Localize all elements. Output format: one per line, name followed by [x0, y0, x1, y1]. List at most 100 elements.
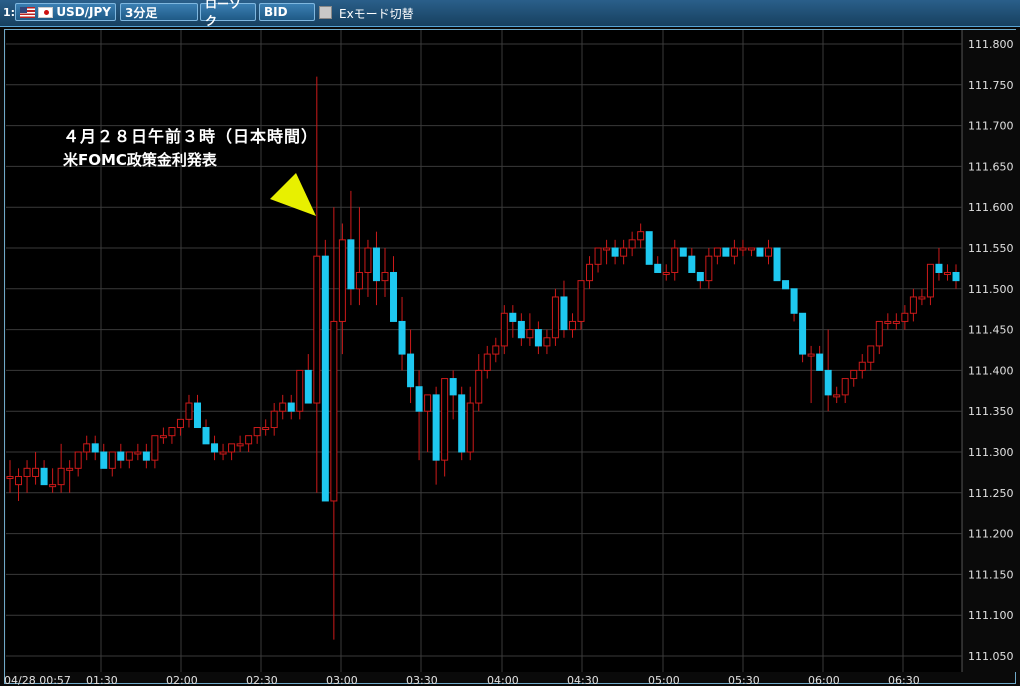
candle-body: [262, 427, 270, 431]
candle-body: [935, 263, 943, 273]
candle-body: [32, 467, 40, 477]
candle-body: [594, 247, 602, 265]
candle-body: [568, 320, 576, 331]
candle-body: [83, 443, 91, 453]
candle-body: [176, 418, 184, 429]
time-tick-label: 04:30: [567, 674, 599, 686]
price-tick-label: 111.800: [968, 38, 1014, 51]
price-tick-label: 111.050: [968, 650, 1014, 663]
candle-body: [867, 345, 875, 363]
candle: [722, 247, 730, 257]
time-tick-label: 03:30: [406, 674, 438, 686]
candle-body: [713, 247, 721, 257]
candle-body: [577, 280, 585, 322]
price-tick-label: 111.350: [968, 405, 1014, 418]
candle-body: [747, 247, 755, 251]
candle: [773, 247, 781, 282]
candle-body: [509, 312, 517, 322]
time-tick-label: 06:00: [808, 674, 840, 686]
candle: [679, 247, 687, 257]
candle-body: [6, 475, 14, 479]
candle-body: [952, 271, 960, 282]
price-tick-label: 111.100: [968, 609, 1014, 622]
candle-body: [688, 255, 696, 273]
candle: [458, 386, 466, 461]
candle-body: [49, 484, 57, 488]
candle-body: [330, 320, 338, 502]
candle-body: [407, 353, 415, 388]
candle-body: [671, 247, 679, 273]
candle-body: [696, 271, 704, 282]
candle-body: [304, 369, 312, 404]
price-tick-label: 111.300: [968, 446, 1014, 459]
candle-body: [790, 288, 798, 314]
candle-body: [756, 247, 764, 257]
candle-body: [807, 353, 815, 357]
time-tick-label: 02:00: [166, 674, 198, 686]
candle-body: [211, 443, 219, 453]
candle-body: [526, 329, 534, 339]
candle-body: [168, 427, 176, 437]
candle-body: [202, 427, 210, 445]
candle-body: [551, 296, 559, 339]
price-tick-label: 111.200: [968, 528, 1014, 541]
candle-body: [841, 378, 849, 396]
candle-body: [560, 296, 568, 331]
candle-body: [287, 402, 295, 412]
time-tick-label: 04/28 00:57: [4, 674, 71, 686]
candlestick-chart[interactable]: 111.800 111.750 111.700 111.650 111.600 111.5…: [0, 0, 1020, 686]
candle-body: [424, 394, 432, 412]
candle-body: [739, 247, 747, 251]
candle-body: [705, 255, 713, 282]
candle-body: [722, 247, 730, 257]
candle-body: [662, 271, 670, 275]
time-tick-label: 05:30: [728, 674, 760, 686]
candle-body: [219, 451, 227, 455]
price-tick-label: 111.650: [968, 160, 1014, 173]
annotation-line-1: ４月２８日午前３時（日本時間）: [63, 127, 319, 146]
candle-body: [390, 271, 398, 322]
price-tick-label: 111.250: [968, 487, 1014, 500]
candle-body: [534, 329, 542, 347]
candle-body: [321, 255, 329, 502]
candle-body: [884, 320, 892, 324]
candle-body: [858, 361, 866, 371]
candle-body: [228, 443, 236, 453]
candle-body: [245, 435, 253, 445]
candle-body: [637, 231, 645, 241]
candle-body: [449, 378, 457, 396]
candle-body: [799, 312, 807, 355]
candle-body: [117, 451, 125, 461]
time-tick-label: 05:00: [648, 674, 680, 686]
candle-body: [74, 451, 82, 469]
candle-body: [926, 263, 934, 298]
candle-body: [415, 386, 423, 412]
price-tick-label: 111.700: [968, 120, 1014, 133]
candle-body: [66, 467, 74, 471]
candle-body: [142, 451, 150, 461]
candle-body: [645, 231, 653, 265]
candle-body: [279, 402, 287, 412]
candle-body: [943, 271, 951, 275]
candle-body: [313, 255, 321, 404]
candle-body: [91, 443, 99, 453]
candle-body: [347, 239, 355, 290]
candle-body: [586, 263, 594, 282]
candle-body: [483, 353, 491, 371]
candle-body: [100, 451, 108, 469]
candle-body: [475, 369, 483, 404]
candle-body: [40, 467, 48, 486]
candle: [756, 247, 764, 257]
candle-body: [441, 378, 449, 461]
candle-body: [57, 467, 65, 486]
candle-body: [782, 280, 790, 290]
candle-body: [466, 402, 474, 453]
candle-body: [901, 312, 909, 322]
candle-body: [611, 247, 619, 257]
candle-body: [620, 247, 628, 257]
price-tick-label: 111.550: [968, 242, 1014, 255]
time-tick-label: 02:30: [246, 674, 278, 686]
candle-body: [364, 247, 372, 273]
candle-body: [850, 369, 858, 380]
candle-body: [892, 320, 900, 324]
